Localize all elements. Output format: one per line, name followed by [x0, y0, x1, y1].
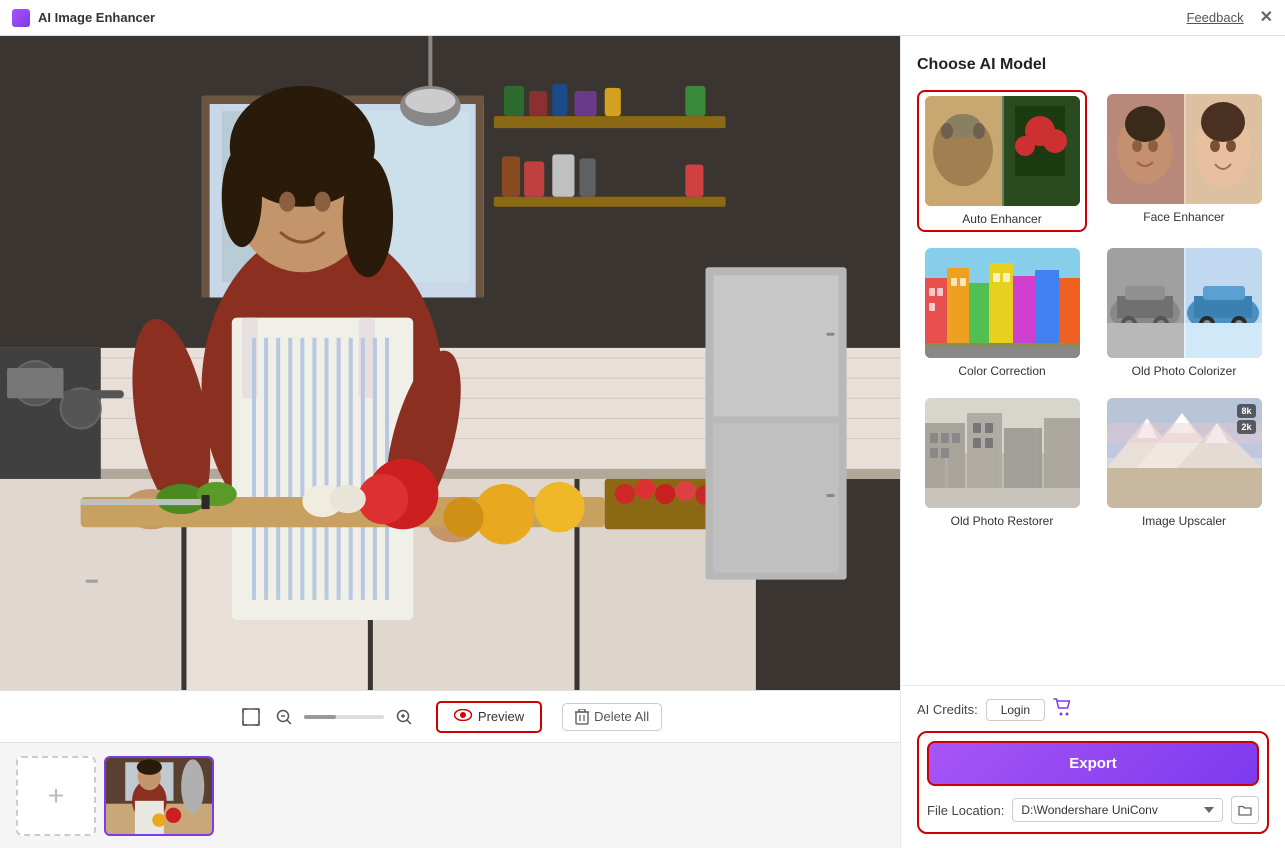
upscaler-badge-2k: 2k	[1237, 420, 1255, 434]
left-panel: Preview Delete All +	[0, 36, 900, 848]
upscaler-badge-8k: 8k	[1237, 404, 1255, 418]
model-card-image-upscaler[interactable]: 8k 2k Image Upscaler	[1099, 394, 1269, 532]
model-card-color-correction[interactable]: Color Correction	[917, 244, 1087, 382]
delete-all-label: Delete All	[594, 709, 649, 724]
eye-icon	[454, 708, 472, 726]
model-label-old-photo-colorizer: Old Photo Colorizer	[1132, 364, 1237, 378]
add-image-button[interactable]: +	[16, 756, 96, 836]
toolbar: Preview Delete All	[0, 690, 900, 742]
model-section: Choose AI Model	[901, 36, 1285, 685]
model-card-face-enhancer[interactable]: Face Enhancer	[1099, 90, 1269, 232]
model-label-face-enhancer: Face Enhancer	[1143, 210, 1224, 224]
file-location-select[interactable]: D:\Wondershare UniConvC:\Users\DesktopD:…	[1012, 798, 1223, 822]
add-icon: +	[48, 780, 64, 812]
file-location-row: File Location: D:\Wondershare UniConvC:\…	[927, 796, 1259, 824]
cart-icon[interactable]	[1053, 698, 1073, 721]
model-card-old-photo-restorer[interactable]: Old Photo Restorer	[917, 394, 1087, 532]
titlebar-right: Feedback ✕	[1187, 10, 1274, 26]
image-canvas	[0, 36, 900, 690]
zoom-in-button[interactable]	[392, 705, 416, 729]
main-content: Preview Delete All +	[0, 36, 1285, 848]
folder-button[interactable]	[1231, 796, 1259, 824]
model-label-image-upscaler: Image Upscaler	[1142, 514, 1226, 528]
delete-all-button[interactable]: Delete All	[562, 703, 662, 731]
credits-row: AI Credits: Login	[917, 698, 1269, 721]
model-grid: Auto Enhancer	[917, 90, 1269, 532]
credits-label: AI Credits:	[917, 702, 978, 717]
model-thumb-image-upscaler: 8k 2k	[1107, 398, 1262, 508]
model-section-title: Choose AI Model	[917, 56, 1269, 74]
file-location-label: File Location:	[927, 803, 1004, 818]
thumbnail-item[interactable]	[104, 756, 214, 836]
zoom-out-button[interactable]	[272, 705, 296, 729]
model-thumb-old-photo-colorizer	[1107, 248, 1262, 358]
model-label-color-correction: Color Correction	[958, 364, 1045, 378]
model-thumb-auto-enhancer	[925, 96, 1080, 206]
close-button[interactable]: ✕	[1260, 10, 1273, 26]
zoom-slider[interactable]	[304, 715, 384, 719]
zoom-controls	[238, 704, 416, 730]
titlebar: AI Image Enhancer Feedback ✕	[0, 0, 1285, 36]
export-button[interactable]: Export	[927, 741, 1259, 786]
export-wrapper: Export File Location: D:\Wondershare Uni…	[917, 731, 1269, 834]
login-button[interactable]: Login	[986, 699, 1045, 721]
preview-button[interactable]: Preview	[436, 701, 542, 733]
right-panel: Choose AI Model	[900, 36, 1285, 848]
thumbnail-image	[106, 758, 212, 834]
auto-enhancer-image	[925, 96, 1080, 206]
model-thumb-old-photo-restorer	[925, 398, 1080, 508]
feedback-link[interactable]: Feedback	[1187, 10, 1244, 25]
model-card-old-photo-colorizer[interactable]: Old Photo Colorizer	[1099, 244, 1269, 382]
preview-label: Preview	[478, 709, 524, 724]
model-label-old-photo-restorer: Old Photo Restorer	[951, 514, 1054, 528]
bottom-section: AI Credits: Login Export File Location: …	[901, 685, 1285, 848]
model-thumb-color-correction	[925, 248, 1080, 358]
titlebar-left: AI Image Enhancer	[12, 9, 155, 27]
fit-to-screen-button[interactable]	[238, 704, 264, 730]
model-thumb-face-enhancer	[1107, 94, 1262, 204]
model-label-auto-enhancer: Auto Enhancer	[962, 212, 1041, 226]
app-title: AI Image Enhancer	[38, 10, 155, 25]
app-icon	[12, 9, 30, 27]
main-image	[0, 36, 900, 690]
model-card-auto-enhancer[interactable]: Auto Enhancer	[917, 90, 1087, 232]
thumbnail-strip: +	[0, 742, 900, 848]
